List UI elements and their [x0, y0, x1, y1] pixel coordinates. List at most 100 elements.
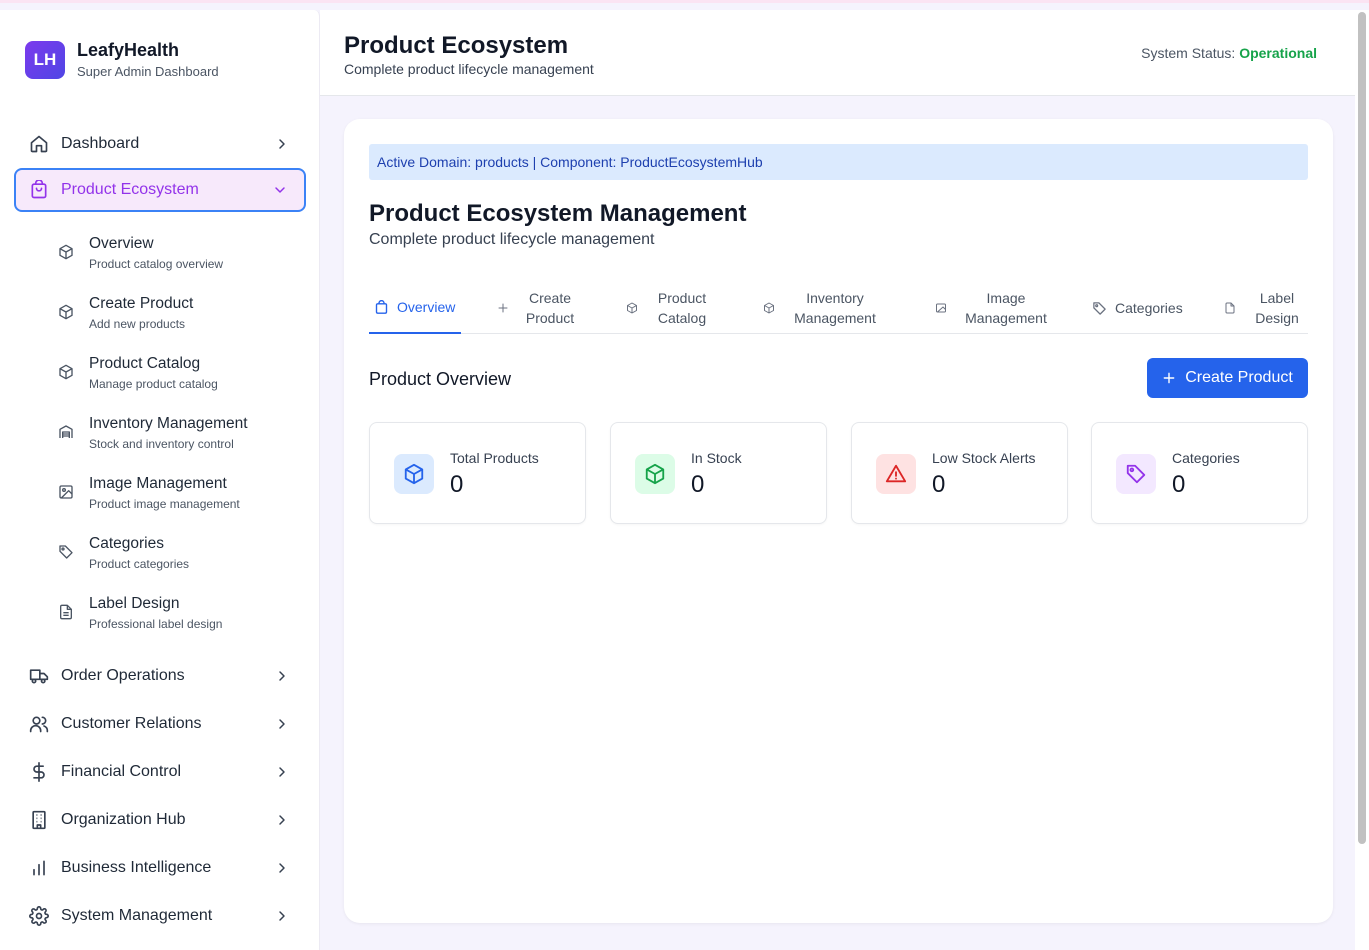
shopping-bag-icon: [28, 179, 50, 201]
sidebar-subitem-label-design[interactable]: Label Design Professional label design: [58, 595, 298, 639]
scrollbar-thumb[interactable]: [1358, 12, 1366, 844]
stat-card-total-products: Total Products 0: [369, 422, 586, 524]
subitem-title: Overview: [89, 235, 154, 252]
building-icon: [28, 809, 50, 831]
package-icon: [394, 454, 434, 494]
stat-label: Total Products: [450, 450, 539, 466]
sidebar-item-customer-relations[interactable]: Customer Relations: [14, 702, 306, 746]
page-title: Product Ecosystem: [344, 32, 569, 59]
tab-label: Inventory Management: [794, 290, 876, 326]
stat-value: 0: [450, 471, 464, 498]
truck-icon: [28, 665, 50, 687]
sidebar-subitem-inventory-management[interactable]: Inventory Management Stock and inventory …: [58, 415, 298, 459]
sidebar-item-business-intelligence[interactable]: Business Intelligence: [14, 846, 306, 890]
tab-create-product[interactable]: Create Product: [495, 282, 585, 334]
subitem-desc: Add new products: [89, 317, 186, 331]
system-status: System Status: Operational: [1141, 45, 1317, 61]
file-icon: [1222, 300, 1238, 316]
tab-label: Overview: [397, 299, 456, 315]
tab-inventory-management[interactable]: Inventory Management: [761, 282, 891, 334]
gear-icon: [28, 905, 50, 927]
create-product-label: Create Product: [1185, 369, 1293, 386]
warehouse-icon: [58, 415, 80, 459]
subitem-title: Create Product: [89, 295, 194, 312]
package-icon: [635, 454, 675, 494]
package-icon: [58, 295, 80, 339]
sidebar-subitem-product-catalog[interactable]: Product Catalog Manage product catalog: [58, 355, 298, 399]
plus-icon: [495, 300, 511, 316]
sidebar-item-order-operations[interactable]: Order Operations: [14, 654, 306, 698]
tag-icon: [1116, 454, 1156, 494]
stat-value: 0: [691, 471, 705, 498]
section-title: Product Ecosystem Management: [369, 200, 747, 227]
package-icon: [58, 355, 80, 399]
file-icon: [58, 595, 80, 639]
stat-value: 0: [932, 471, 946, 498]
sidebar-subitem-categories[interactable]: Categories Product categories: [58, 535, 298, 579]
package-icon: [58, 235, 80, 279]
subitem-title: Categories: [89, 535, 164, 552]
bar-chart-icon: [28, 857, 50, 879]
stat-label: In Stock: [691, 450, 742, 466]
top-accent-line: [0, 0, 1369, 3]
chevron-right-icon: [274, 908, 290, 924]
chevron-right-icon: [274, 764, 290, 780]
subitem-title: Label Design: [89, 595, 180, 612]
tab-bar: Overview Create Product Product Catalog …: [369, 282, 1308, 334]
sidebar-item-organization-hub[interactable]: Organization Hub: [14, 798, 306, 842]
tab-label: Label Design: [1255, 290, 1299, 326]
chevron-right-icon: [274, 668, 290, 684]
image-icon: [933, 300, 949, 316]
sidebar-item-label: Business Intelligence: [61, 859, 212, 876]
stat-card-low-stock-alerts: Low Stock Alerts 0: [851, 422, 1068, 524]
home-icon: [28, 133, 50, 155]
plus-icon: [1162, 371, 1176, 385]
page-header: Product Ecosystem Complete product lifec…: [320, 10, 1355, 96]
brand-subtitle: Super Admin Dashboard: [77, 64, 219, 79]
subitem-desc: Manage product catalog: [89, 377, 218, 391]
users-icon: [28, 713, 50, 735]
tab-label: Categories: [1115, 300, 1183, 316]
chevron-right-icon: [274, 860, 290, 876]
tag-icon: [1091, 300, 1107, 316]
subitem-desc: Professional label design: [89, 617, 223, 631]
sidebar-item-financial-control[interactable]: Financial Control: [14, 750, 306, 794]
sidebar-item-product-ecosystem[interactable]: Product Ecosystem: [14, 168, 306, 212]
tab-label: Create Product: [525, 290, 575, 326]
sidebar: LH LeafyHealth Super Admin Dashboard Das…: [0, 10, 320, 950]
sidebar-subitem-overview[interactable]: Overview Product catalog overview: [58, 235, 298, 279]
tab-categories[interactable]: Categories: [1091, 282, 1191, 334]
shopping-bag-icon: [373, 299, 389, 315]
sidebar-item-dashboard[interactable]: Dashboard: [14, 122, 306, 166]
chevron-right-icon: [274, 716, 290, 732]
tag-icon: [58, 535, 80, 579]
tab-label-design[interactable]: Label Design: [1222, 282, 1308, 334]
alert-triangle-icon: [876, 454, 916, 494]
stat-card-categories: Categories 0: [1091, 422, 1308, 524]
system-status-label: System Status:: [1141, 45, 1236, 61]
stat-value: 0: [1172, 471, 1186, 498]
sidebar-item-system-management[interactable]: System Management: [14, 894, 306, 938]
tab-image-management[interactable]: Image Management: [933, 282, 1053, 334]
sidebar-subitem-create-product[interactable]: Create Product Add new products: [58, 295, 298, 339]
subitem-desc: Stock and inventory control: [89, 437, 234, 451]
brand: LH LeafyHealth Super Admin Dashboard: [25, 40, 219, 80]
brand-name: LeafyHealth: [77, 40, 180, 60]
subitem-title: Product Catalog: [89, 355, 201, 372]
sidebar-subitem-image-management[interactable]: Image Management Product image management: [58, 475, 298, 519]
subitem-title: Inventory Management: [89, 415, 248, 432]
sidebar-item-label: Order Operations: [61, 667, 185, 684]
subitem-desc: Product image management: [89, 497, 240, 511]
sidebar-item-label: Organization Hub: [61, 811, 186, 828]
create-product-button[interactable]: Create Product: [1147, 358, 1308, 398]
chevron-right-icon: [274, 136, 290, 152]
scrollbar[interactable]: [1355, 10, 1369, 950]
sidebar-item-label: Financial Control: [61, 763, 182, 780]
dollar-icon: [28, 761, 50, 783]
tab-overview[interactable]: Overview: [369, 282, 461, 334]
tab-product-catalog[interactable]: Product Catalog: [624, 282, 714, 334]
stat-label: Categories: [1172, 450, 1240, 466]
tab-label: Image Management: [965, 290, 1047, 326]
overview-title: Product Overview: [369, 369, 512, 389]
subitem-desc: Product catalog overview: [89, 257, 224, 271]
